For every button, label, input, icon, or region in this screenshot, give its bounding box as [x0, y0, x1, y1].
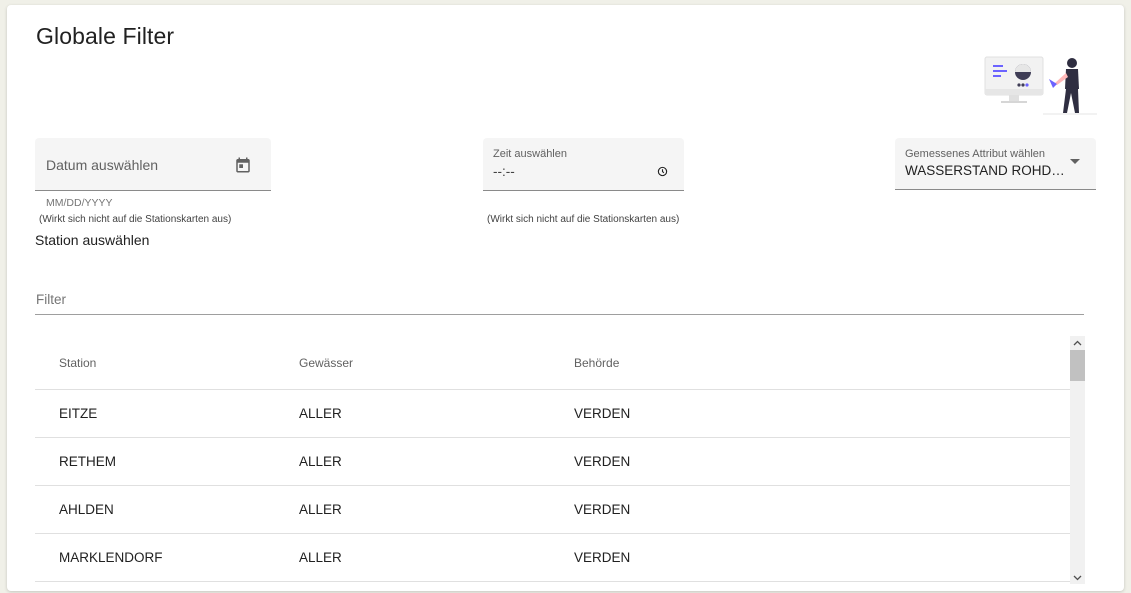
cell-gewaesser: ALLER: [299, 454, 342, 469]
cell-gewaesser: ALLER: [299, 502, 342, 517]
time-label: Zeit auswählen: [493, 148, 567, 160]
cell-gewaesser: ALLER: [299, 406, 342, 421]
time-hint: (Wirkt sich nicht auf die Stationskarten…: [487, 214, 680, 225]
date-format-hint: MM/DD/YYYY: [46, 197, 113, 209]
dropdown-arrow-icon[interactable]: [1069, 158, 1081, 166]
cell-gewaesser: ALLER: [299, 550, 342, 565]
time-picker-field[interactable]: Zeit auswählen --:--: [483, 138, 684, 191]
cell-station: MARKLENDORF: [59, 550, 163, 565]
cell-behoerde: VERDEN: [574, 502, 631, 517]
table-row[interactable]: EITZE ALLER VERDEN: [35, 390, 1070, 438]
header-gewaesser[interactable]: Gewässer: [299, 336, 353, 389]
filter-placeholder: Filter: [36, 292, 66, 307]
cell-station: RETHEM: [59, 454, 116, 469]
cell-behoerde: VERDEN: [574, 550, 631, 565]
table-scrollbar[interactable]: [1070, 336, 1085, 584]
page-title: Globale Filter: [36, 23, 175, 49]
header-station[interactable]: Station: [59, 336, 96, 389]
station-label: Station auswählen: [35, 232, 150, 248]
dashboard-person-illustration: [984, 56, 1097, 115]
cell-station: AHLDEN: [59, 502, 114, 517]
header-behoerde[interactable]: Behörde: [574, 336, 619, 389]
clock-icon[interactable]: [657, 166, 668, 177]
cell-station: EITZE: [59, 406, 98, 421]
station-table: Station Gewässer Behörde EITZE ALLER VER…: [35, 336, 1070, 588]
cell-behoerde: VERDEN: [574, 454, 631, 469]
station-filter-input[interactable]: Filter: [35, 284, 1084, 315]
scrollbar-thumb[interactable]: [1070, 350, 1085, 381]
attribute-label: Gemessenes Attribut wählen: [905, 148, 1046, 160]
scroll-down-icon[interactable]: [1070, 571, 1085, 584]
cell-behoerde: VERDEN: [574, 406, 631, 421]
date-hint: (Wirkt sich nicht auf die Stationskarten…: [39, 214, 232, 225]
table-row[interactable]: AHLDEN ALLER VERDEN: [35, 486, 1070, 534]
scroll-up-icon[interactable]: [1070, 336, 1085, 349]
table-row[interactable]: RETHEM ALLER VERDEN: [35, 438, 1070, 486]
date-placeholder: Datum auswählen: [46, 157, 159, 173]
attribute-select[interactable]: Gemessenes Attribut wählen WASSERSTAND R…: [895, 138, 1096, 190]
global-filter-card: Globale Filter Datum auswählen MM/DD/YYY…: [7, 5, 1124, 591]
table-row[interactable]: MARKLENDORF ALLER VERDEN: [35, 534, 1070, 582]
table-header-row: Station Gewässer Behörde: [35, 336, 1070, 390]
time-value: --:--: [493, 164, 515, 179]
calendar-icon[interactable]: [234, 156, 252, 174]
attribute-value: WASSERSTAND ROHDATEN: [905, 163, 1067, 178]
date-picker-field[interactable]: Datum auswählen: [35, 138, 271, 191]
